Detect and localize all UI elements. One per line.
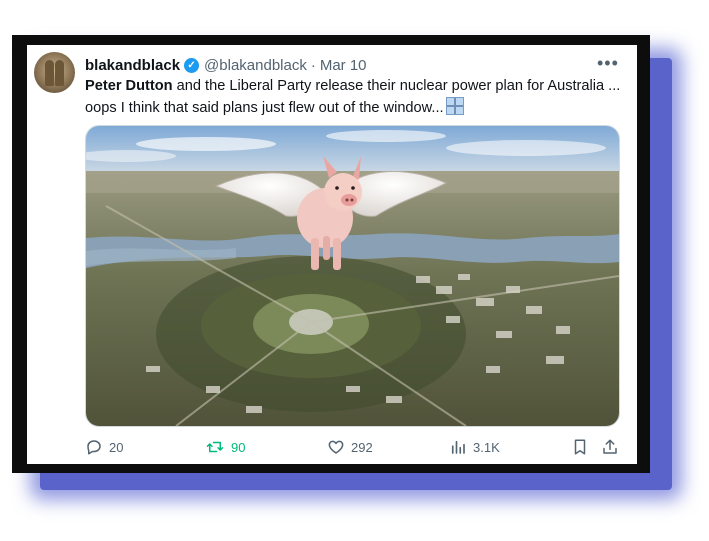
bookmark-icon <box>574 439 586 455</box>
tweet-card[interactable]: blakandblack ✓ @blakandblack · Mar 10 ••… <box>27 45 637 464</box>
avatar[interactable] <box>34 52 75 93</box>
action-bar: 20 90 292 3.1K <box>85 438 621 458</box>
flying-pig-over-canberra-image <box>86 126 619 426</box>
views-button[interactable]: 3.1K <box>449 438 500 456</box>
avatar-figure-left <box>45 60 54 86</box>
tweet-header: blakandblack ✓ @blakandblack · Mar 10 <box>85 54 367 76</box>
display-name[interactable]: blakandblack <box>85 57 180 74</box>
repost-count: 90 <box>231 439 246 455</box>
views-count: 3.1K <box>473 439 500 455</box>
like-count: 292 <box>351 439 373 455</box>
like-icon <box>328 440 344 454</box>
bookmark-button[interactable] <box>571 438 589 456</box>
reply-button[interactable]: 20 <box>85 438 123 456</box>
views-icon <box>451 440 465 454</box>
repost-icon <box>206 441 224 453</box>
tweet-image[interactable] <box>85 125 620 427</box>
share-icon <box>603 439 617 454</box>
avatar-figure-right <box>55 60 64 86</box>
tweet-text: Peter Dutton and the Liberal Party relea… <box>85 76 630 119</box>
reply-count: 20 <box>109 439 124 455</box>
mention-peter-dutton[interactable]: Peter Dutton <box>85 78 173 94</box>
like-button[interactable]: 292 <box>327 438 373 456</box>
more-icon[interactable]: ••• <box>597 54 619 72</box>
share-button[interactable] <box>601 438 619 456</box>
user-handle[interactable]: @blakandblack <box>204 57 307 74</box>
window-emoji-icon <box>445 97 464 115</box>
repost-button[interactable]: 90 <box>205 438 245 456</box>
header-separator: · <box>310 56 316 74</box>
reply-icon <box>87 440 101 455</box>
tweet-date[interactable]: Mar 10 <box>320 57 367 74</box>
verified-icon: ✓ <box>184 57 200 73</box>
